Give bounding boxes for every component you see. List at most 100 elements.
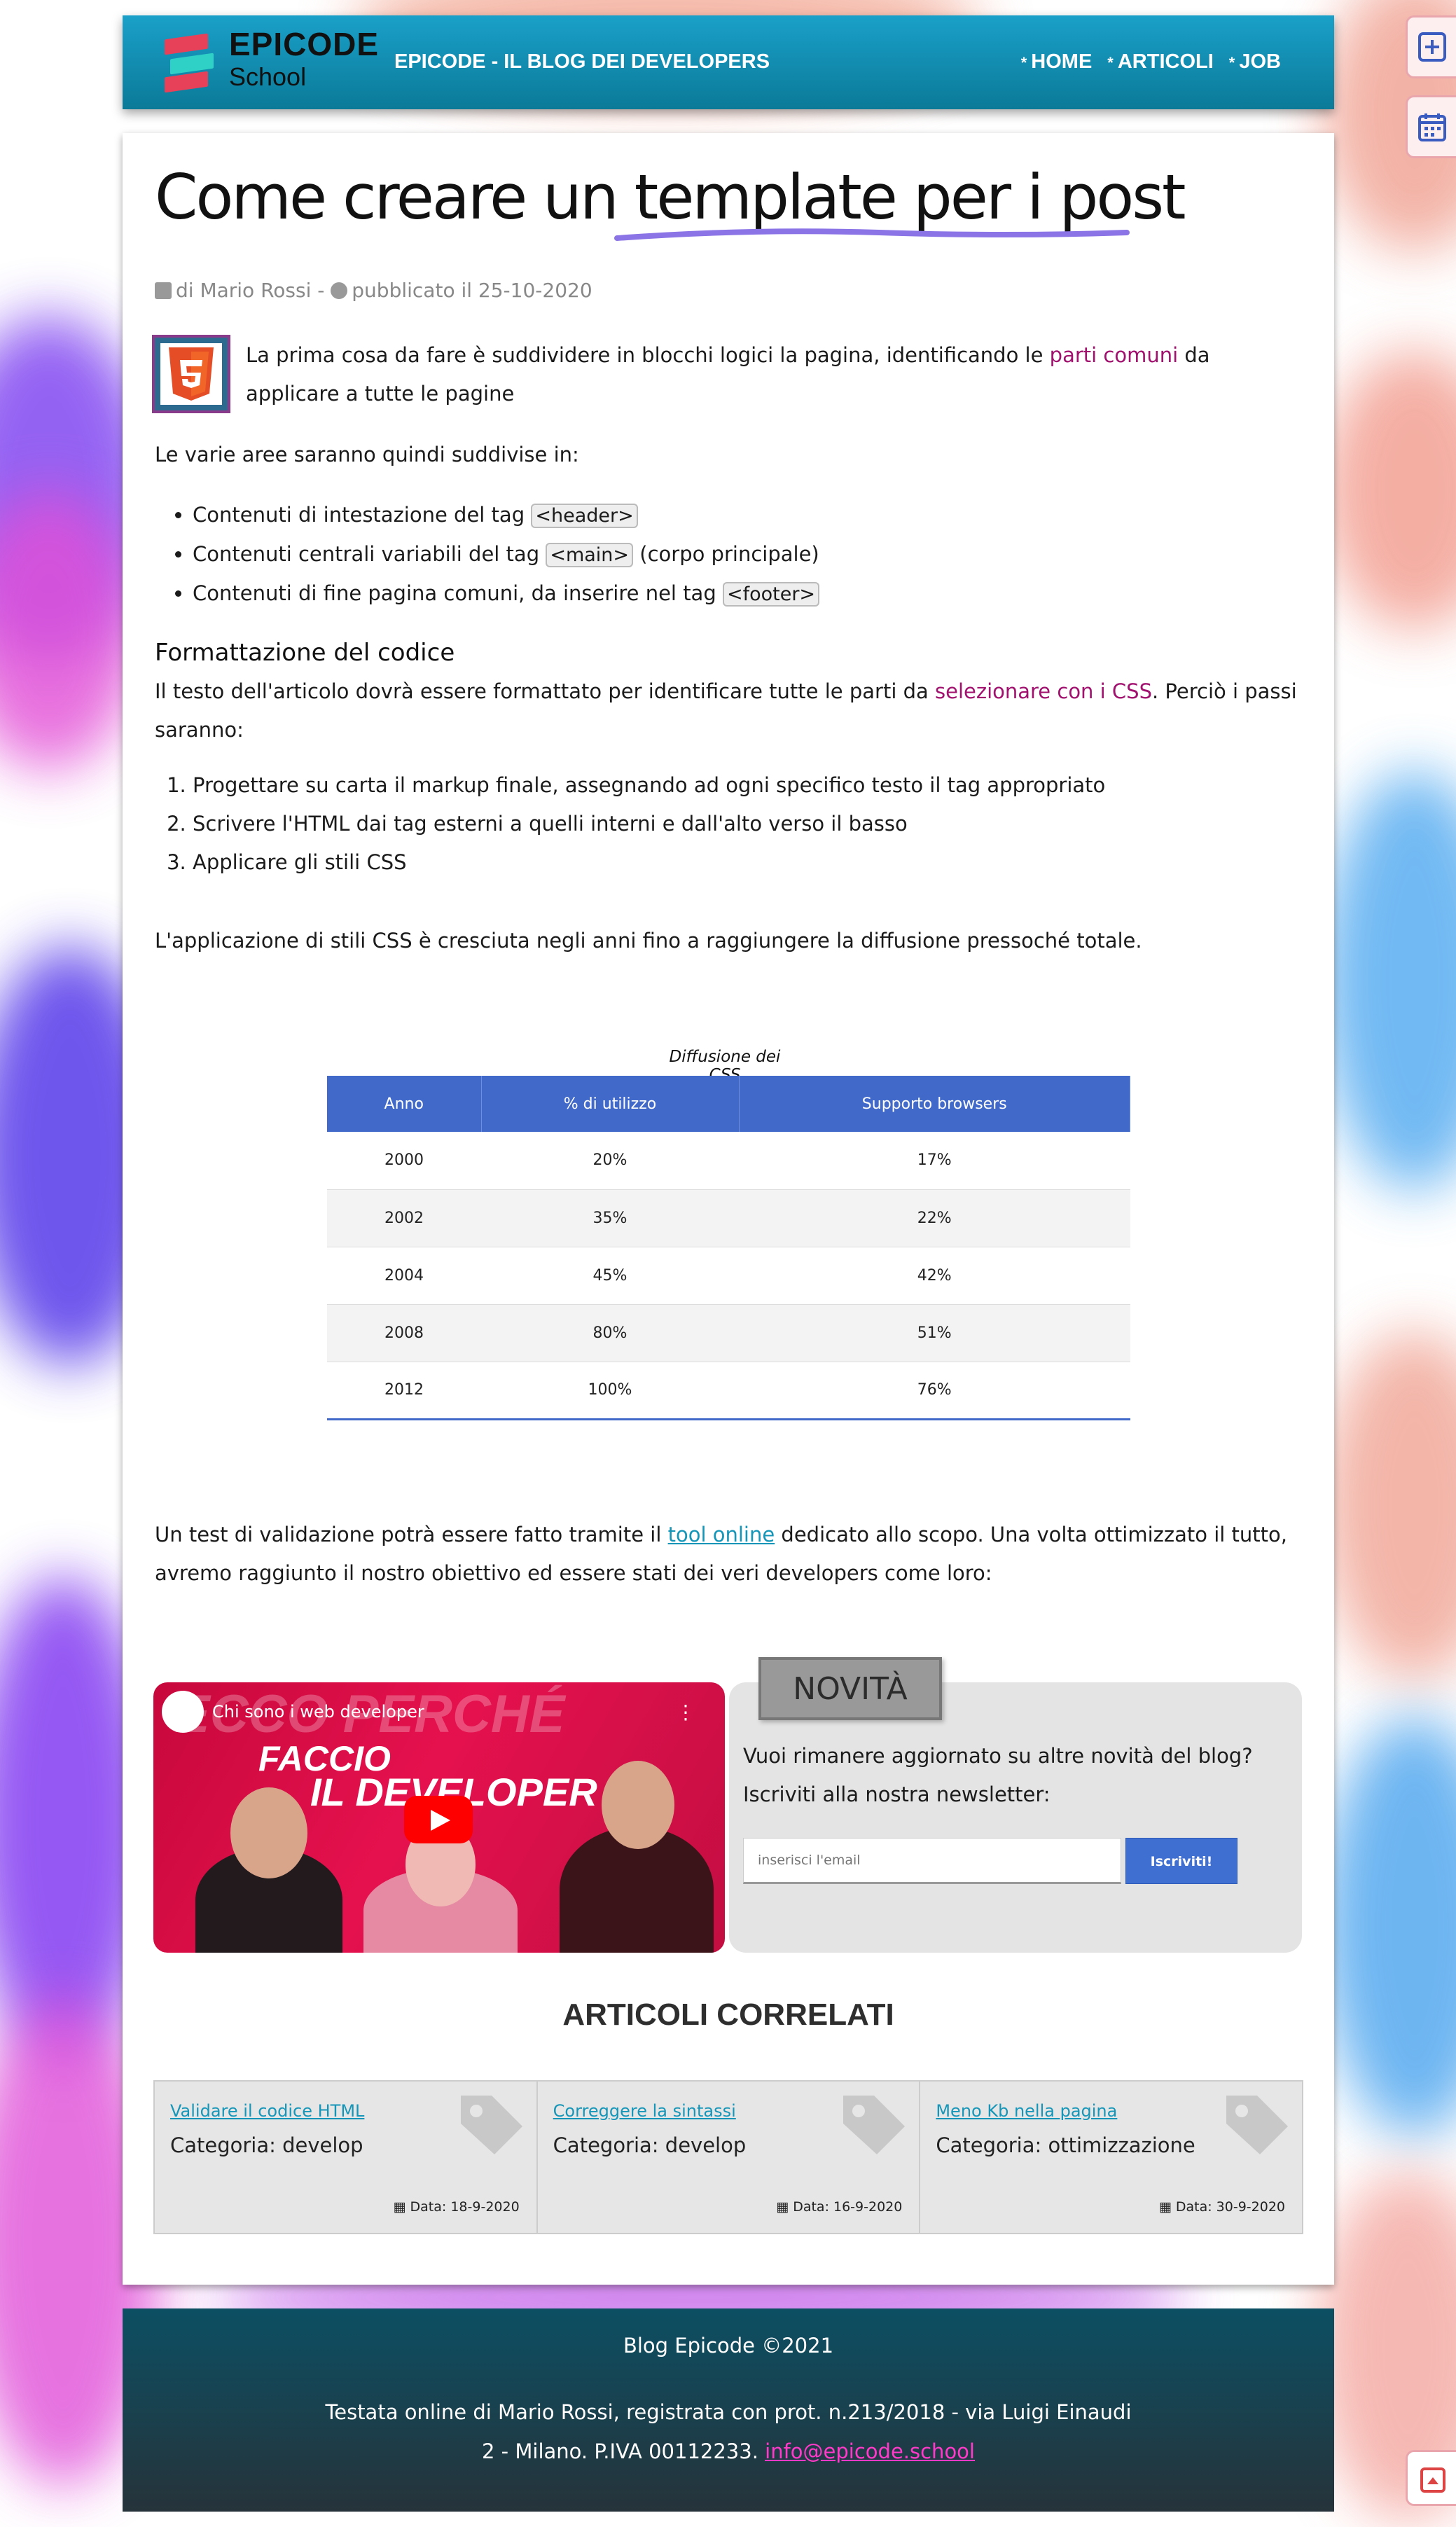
list-item: Scrivere l'HTML dai tag esterni a quelli… — [193, 805, 1105, 843]
tag-icon — [1226, 2096, 1289, 2154]
star-icon: * — [1107, 54, 1114, 71]
newsletter-box: NOVITÀ Vuoi rimanere aggiornato su altre… — [729, 1657, 1302, 1953]
calendar-icon: ▦ — [776, 2199, 793, 2215]
back-to-top-button[interactable] — [1406, 2450, 1456, 2506]
newsletter-text: Vuoi rimanere aggiornato su altre novità… — [743, 1744, 1253, 1806]
table-row: 2012 100% 76% — [327, 1362, 1130, 1420]
list-item: Applicare gli stili CSS — [193, 843, 1105, 882]
table-cell: 100% — [481, 1362, 739, 1420]
list-item-after: (corpo principale) — [633, 542, 819, 566]
title-part1: Come creare un — [155, 161, 635, 233]
news-tab-label: NOVITÀ — [758, 1657, 942, 1720]
article-title: Come creare un template per i post — [155, 161, 1186, 233]
calendar-icon — [1418, 113, 1446, 141]
article-meta: di Mario Rossi - pubblicato il 25-10-202… — [155, 279, 592, 302]
youtube-video-embed[interactable]: ECCO PERCHÉ FACCIO IL DEVELOPER Chi sono… — [153, 1682, 725, 1953]
p3-before: Il testo dell'articolo dovrà essere form… — [155, 679, 935, 703]
nav-home[interactable]: * HOME — [1021, 50, 1093, 74]
section-heading: Formattazione del codice — [155, 639, 455, 667]
clock-icon — [331, 282, 348, 299]
table-cell: 45% — [481, 1247, 739, 1305]
css-growth-paragraph: L'applicazione di stili CSS è cresciuta … — [155, 929, 1142, 953]
list-item-text: Contenuti centrali variabili del tag — [193, 542, 546, 566]
tool-online-link[interactable]: tool online — [668, 1523, 775, 1546]
plus-square-icon — [1418, 32, 1446, 62]
nav-home-label: HOME — [1031, 50, 1093, 73]
play-button-icon[interactable] — [404, 1796, 473, 1843]
validation-paragraph: Un test di validazione potrà essere fatt… — [155, 1516, 1317, 1593]
nav-job[interactable]: * JOB — [1229, 50, 1281, 74]
table-cell: 17% — [739, 1132, 1130, 1190]
edit-icon — [155, 282, 172, 299]
subscribe-button[interactable]: Iscriviti! — [1125, 1838, 1237, 1884]
person-head — [602, 1761, 674, 1849]
list-item-text: Contenuti di fine pagina comuni, da inse… — [193, 581, 723, 605]
footer-line1: Testata online di Mario Rossi, registrat… — [325, 2400, 1132, 2424]
title-highlight: template per i post — [634, 161, 1186, 233]
code-tag: <header> — [531, 504, 638, 528]
format-paragraph: Il testo dell'articolo dovrà essere form… — [155, 672, 1303, 749]
table-row: 2000 20% 17% — [327, 1132, 1130, 1190]
caret-up-square-icon — [1420, 2467, 1445, 2493]
table-cell: 20% — [481, 1132, 739, 1190]
table-row: 2004 45% 42% — [327, 1247, 1130, 1305]
video-title[interactable]: Chi sono i web developer — [212, 1702, 424, 1722]
related-card: Correggere la sintassi Categoria: develo… — [537, 2082, 921, 2233]
list-item: Contenuti centrali variabili del tag <ma… — [193, 535, 819, 574]
table-cell: 42% — [739, 1247, 1130, 1305]
epicode-logo-icon[interactable] — [165, 32, 215, 93]
title-underline — [614, 228, 1130, 241]
site-footer: Blog Epicode ©2021 Testata online di Mar… — [123, 2308, 1334, 2512]
table-cell: 76% — [739, 1362, 1130, 1420]
table-cell: 51% — [739, 1304, 1130, 1362]
site-tagline: EPICODE - IL BLOG DEI DEVELOPERS — [394, 50, 770, 73]
brand-name[interactable]: EPICODE School — [229, 28, 379, 90]
table-cell: 2002 — [327, 1189, 481, 1247]
person-head — [230, 1787, 307, 1878]
table-cell: 2004 — [327, 1247, 481, 1305]
calendar-button[interactable] — [1406, 95, 1456, 158]
channel-avatar[interactable] — [162, 1691, 204, 1733]
nav-articoli-label: ARTICOLI — [1117, 50, 1214, 73]
column-header: Anno — [327, 1076, 482, 1132]
parti-comuni-link[interactable]: parti comuni — [1050, 343, 1179, 367]
related-date: ▦ Data: 30-9-2020 — [1159, 2199, 1285, 2215]
list-item: Progettare su carta il markup finale, as… — [193, 766, 1105, 805]
tag-icon — [843, 2096, 906, 2154]
table-row: 2008 80% 51% — [327, 1304, 1130, 1362]
html5-logo-image — [152, 335, 230, 413]
footer-copyright: Blog Epicode ©2021 — [623, 2334, 834, 2358]
brand-line1: EPICODE — [229, 26, 380, 62]
more-options-icon[interactable]: ⋮ — [676, 1701, 695, 1724]
table-cell: 2012 — [327, 1362, 481, 1420]
css-diffusion-table: Anno % di utilizzo Supporto browsers 200… — [327, 1076, 1130, 1420]
code-tag: <main> — [546, 543, 634, 567]
table-header-row: Anno % di utilizzo Supporto browsers — [327, 1076, 1130, 1132]
table-cell: 2008 — [327, 1304, 481, 1362]
related-card: Validare il codice HTML Categoria: devel… — [155, 2082, 538, 2233]
article-card: Come creare un template per i post di Ma… — [123, 133, 1334, 2285]
calendar-icon: ▦ — [393, 2199, 410, 2215]
table-cell: 22% — [739, 1189, 1130, 1247]
newsletter-email-input[interactable] — [743, 1838, 1121, 1884]
related-date-text: Data: 30-9-2020 — [1175, 2199, 1286, 2215]
site-header: EPICODE School EPICODE - IL BLOG DEI DEV… — [123, 15, 1334, 109]
star-icon: * — [1228, 54, 1235, 71]
meta-published: pubblicato il 25-10-2020 — [352, 279, 592, 302]
add-button[interactable] — [1406, 15, 1456, 78]
areas-list: Contenuti di intestazione del tag <heade… — [193, 496, 820, 614]
table-row: 2002 35% 22% — [327, 1189, 1130, 1247]
selezionare-css-link[interactable]: selezionare con i CSS — [935, 679, 1152, 703]
table-cell: 35% — [481, 1189, 739, 1247]
table-cell: 80% — [481, 1304, 739, 1362]
html5-icon — [160, 343, 222, 405]
star-icon: * — [1020, 54, 1027, 71]
nav-articoli[interactable]: * ARTICOLI — [1107, 50, 1214, 74]
column-header: Supporto browsers — [739, 1076, 1130, 1132]
related-date: ▦ Data: 18-9-2020 — [394, 2199, 520, 2215]
steps-list: Progettare su carta il markup finale, as… — [193, 766, 1105, 882]
main-nav: * HOME * ARTICOLI * JOB — [1021, 50, 1281, 74]
footer-email-link[interactable]: info@epicode.school — [765, 2439, 975, 2463]
related-card: Meno Kb nella pagina Categoria: ottimizz… — [920, 2082, 1303, 2233]
nav-job-label: JOB — [1239, 50, 1281, 73]
